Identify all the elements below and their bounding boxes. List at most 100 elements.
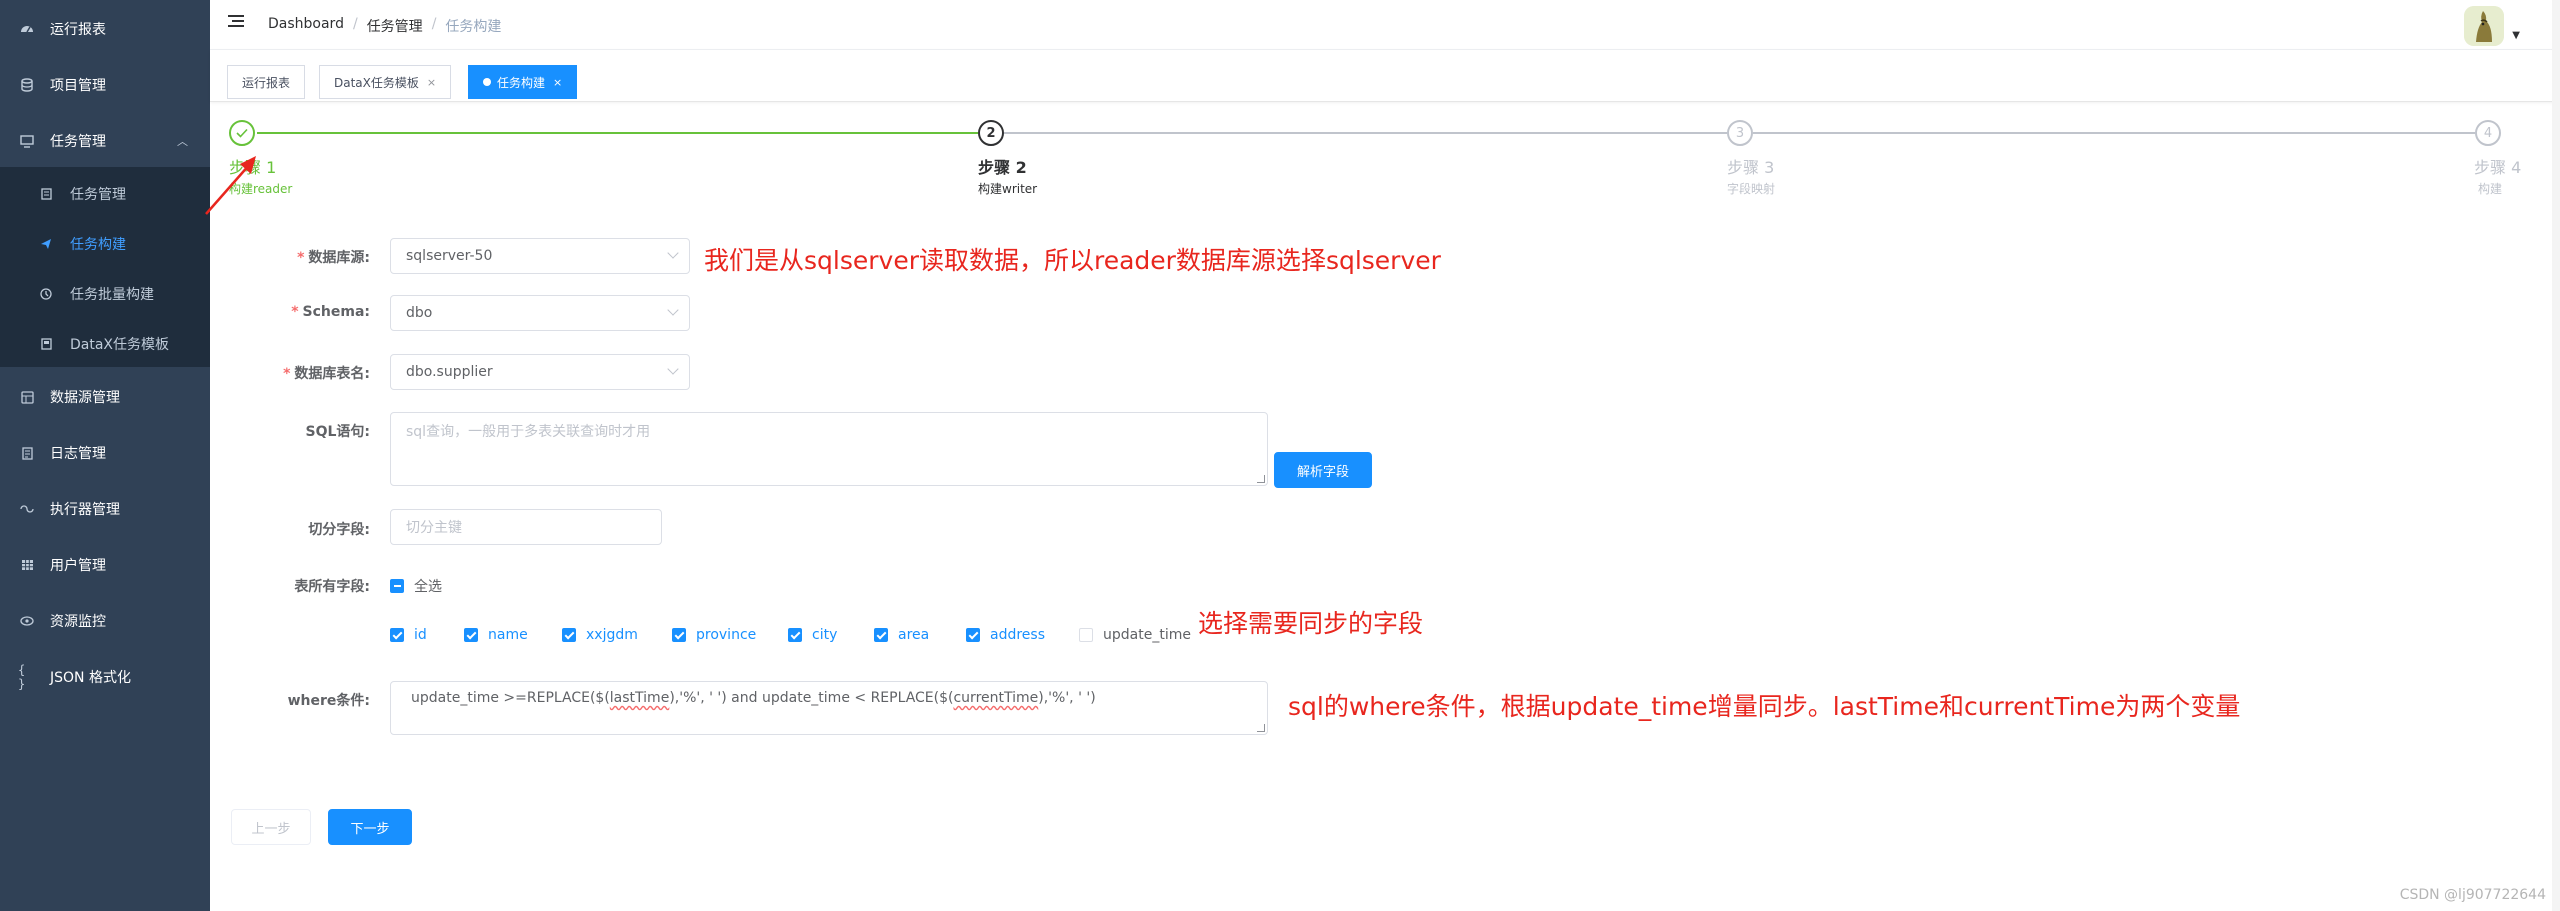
where-text: update_time >=REPLACE($(lastTime),'%', '… <box>411 690 1096 706</box>
tag-label: 运行报表 <box>242 75 291 90</box>
page-scrollbar[interactable] <box>2552 0 2560 911</box>
where-var-currenttime: currentTime <box>953 690 1039 706</box>
sql-placeholder: sql查询，一般用于多表关联查询时才用 <box>406 424 651 440</box>
sidebar-item-executors[interactable]: 执行器管理 <box>0 481 210 537</box>
field-checkbox-province[interactable]: province <box>672 627 756 643</box>
submenu-item-task-build[interactable]: 任务构建 <box>0 219 210 269</box>
submenu-item-datax-template[interactable]: DataX任务模板 <box>0 319 210 369</box>
datasource-select[interactable]: sqlserver-50 <box>390 238 690 274</box>
annotation-arrow-icon <box>205 156 256 215</box>
sidebar-item-logs[interactable]: 日志管理 <box>0 425 210 481</box>
chevron-down-icon <box>667 304 679 316</box>
log-icon <box>18 446 36 460</box>
submenu-item-label: DataX任务模板 <box>70 337 170 353</box>
step-3-title: 步骤 3 <box>1727 158 1775 177</box>
field-name: xxjgdm <box>586 627 638 643</box>
where-text-part: update_time >=REPLACE($( <box>411 690 610 706</box>
tag-task-build[interactable]: 任务构建 × <box>468 65 578 99</box>
where-label: where条件: <box>287 693 370 709</box>
table-label: * 数据库表名: <box>210 363 370 383</box>
table-icon <box>18 559 36 571</box>
monitor-eye-icon <box>18 616 36 626</box>
submenu-item-batch-build[interactable]: 任务批量构建 <box>0 269 210 319</box>
tag-datax-template[interactable]: DataX任务模板 × <box>319 65 452 99</box>
hamburger-icon[interactable] <box>228 15 244 31</box>
step-connector <box>1753 132 2475 134</box>
split-key-input[interactable]: 切分主键 <box>390 509 662 545</box>
chevron-down-icon <box>667 247 679 259</box>
sidebar-item-json-format[interactable]: { } JSON 格式化 <box>0 649 210 705</box>
field-checkbox-xxjgdm[interactable]: xxjgdm <box>562 627 638 643</box>
sidebar-item-label: 数据源管理 <box>50 390 120 406</box>
annotation-fields-note: 选择需要同步的字段 <box>1198 609 1424 638</box>
checkbox-checked-icon <box>672 628 686 642</box>
tag-label: DataX任务模板 <box>334 75 419 90</box>
field-checkbox-id[interactable]: id <box>390 627 427 643</box>
submenu-item-task-management[interactable]: 任务管理 <box>0 169 210 219</box>
fields-label: 表所有字段: <box>294 579 370 595</box>
parse-fields-button[interactable]: 解析字段 <box>1274 452 1372 488</box>
close-icon[interactable]: × <box>553 76 562 89</box>
step-4-number: 4 <box>2475 120 2501 146</box>
field-name: address <box>990 627 1046 643</box>
resize-handle-icon[interactable] <box>1257 724 1265 732</box>
step-connector <box>257 132 978 134</box>
where-textarea[interactable]: update_time >=REPLACE($(lastTime),'%', '… <box>390 681 1268 735</box>
checkbox-unchecked-icon <box>1079 628 1093 642</box>
field-checkbox-address[interactable]: address <box>966 627 1045 643</box>
sidebar-item-projects[interactable]: 项目管理 <box>0 57 210 113</box>
checkbox-checked-icon <box>788 628 802 642</box>
submenu-item-label: 任务管理 <box>70 187 126 203</box>
avatar[interactable] <box>2464 6 2504 46</box>
breadcrumb-task-management[interactable]: 任务管理 <box>367 16 423 36</box>
resize-handle-icon[interactable] <box>1257 475 1265 483</box>
caret-down-icon[interactable]: ▼ <box>2512 30 2520 41</box>
close-icon[interactable]: × <box>427 76 436 89</box>
batch-icon <box>38 288 54 300</box>
select-all-checkbox[interactable]: 全选 <box>390 576 442 596</box>
sidebar-item-label: 项目管理 <box>50 78 106 94</box>
schema-select[interactable]: dbo <box>390 295 690 331</box>
where-text-part: ),'%', ' ') and update_time < REPLACE($( <box>669 690 954 706</box>
required-mark: * <box>297 250 305 266</box>
field-checkbox-area[interactable]: area <box>874 627 929 643</box>
monitor-icon <box>18 134 36 148</box>
sidebar-item-label: 日志管理 <box>50 446 106 462</box>
tag-dashboard[interactable]: 运行报表 <box>227 65 306 99</box>
datasource-icon <box>18 390 36 404</box>
field-checkbox-city[interactable]: city <box>788 627 837 643</box>
step-2-desc: 构建writer <box>978 182 1038 196</box>
sidebar-item-label: 执行器管理 <box>50 502 120 518</box>
field-checkbox-name[interactable]: name <box>464 627 528 643</box>
step-connector <box>1004 132 1727 134</box>
required-mark: * <box>291 304 299 320</box>
sidebar-item-users[interactable]: 用户管理 <box>0 537 210 593</box>
step-3-number: 3 <box>1727 120 1753 146</box>
table-select-value: dbo.supplier <box>406 364 493 380</box>
annotation-where-note: sql的where条件，根据update_time增量同步。lastTime和c… <box>1288 692 2241 721</box>
chevron-up-icon[interactable]: ︿ <box>177 133 188 149</box>
sidebar-item-task-management[interactable]: 任务管理 ︿ <box>0 113 210 169</box>
prev-step-button[interactable]: 上一步 <box>231 809 311 845</box>
next-step-button[interactable]: 下一步 <box>328 809 412 845</box>
step-1-icon <box>229 120 255 146</box>
required-mark: * <box>283 366 291 382</box>
field-name: id <box>414 627 427 643</box>
field-checkbox-update-time[interactable]: update_time <box>1079 627 1191 643</box>
split-label: 切分字段: <box>308 522 370 538</box>
navbar: Dashboard / 任务管理 / 任务构建 ▼ <box>210 0 2560 50</box>
breadcrumb-dashboard[interactable]: Dashboard <box>268 16 344 36</box>
breadcrumb-current: 任务构建 <box>445 19 502 35</box>
step-2-title: 步骤 2 <box>978 158 1027 177</box>
task-icon <box>38 188 54 200</box>
sidebar-item-resource-monitor[interactable]: 资源监控 <box>0 593 210 649</box>
sidebar: 运行报表 项目管理 任务管理 ︿ 任务管理 任务构建 任务批量构建 DataX任… <box>0 0 210 911</box>
sidebar-item-datasource[interactable]: 数据源管理 <box>0 369 210 425</box>
executor-icon <box>18 504 36 514</box>
json-icon: { } <box>18 663 26 691</box>
indeterminate-icon <box>390 579 404 593</box>
sql-textarea[interactable]: sql查询，一般用于多表关联查询时才用 <box>390 412 1268 486</box>
sidebar-item-dashboard[interactable]: 运行报表 <box>0 1 210 57</box>
table-select[interactable]: dbo.supplier <box>390 354 690 390</box>
checkbox-checked-icon <box>966 628 980 642</box>
